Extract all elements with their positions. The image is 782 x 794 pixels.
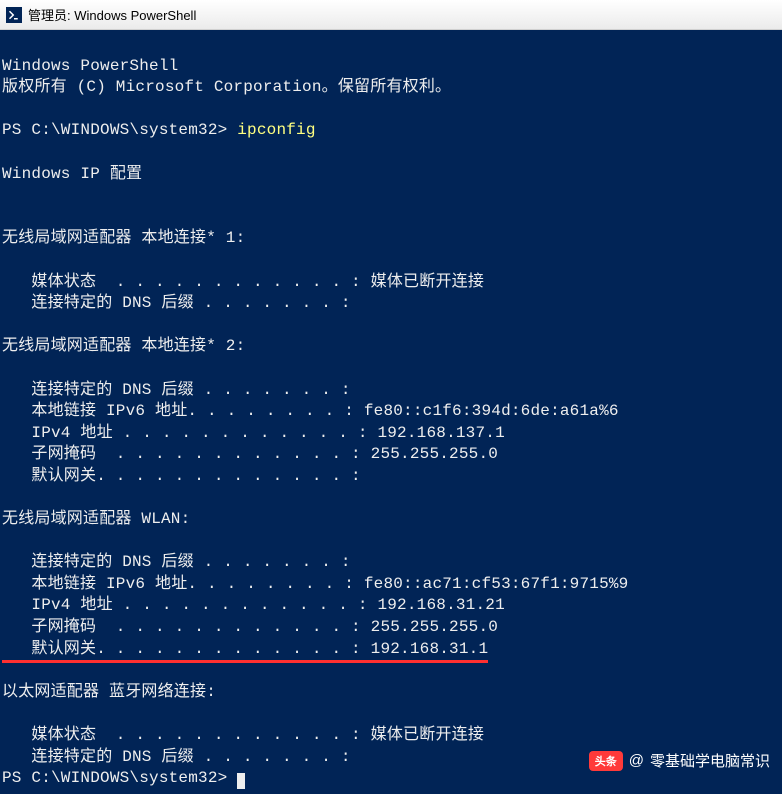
watermark: 头条 @ 零基础学电脑常识 xyxy=(589,750,770,771)
ipconfig-title: Windows IP 配置 xyxy=(2,165,142,183)
adapter3-ipv6: 本地链接 IPv6 地址. . . . . . . . : fe80::ac71… xyxy=(2,575,628,593)
watermark-name: 零基础学电脑常识 xyxy=(650,750,770,771)
adapter2-mask: 子网掩码 . . . . . . . . . . . . : 255.255.2… xyxy=(2,445,498,463)
adapter2-ipv4: IPv4 地址 . . . . . . . . . . . . : 192.16… xyxy=(2,424,505,442)
watermark-badge: 头条 xyxy=(589,751,623,771)
adapter2-ipv6: 本地链接 IPv6 地址. . . . . . . . : fe80::c1f6… xyxy=(2,402,619,420)
terminal-output[interactable]: Windows PowerShell 版权所有 (C) Microsoft Co… xyxy=(0,30,782,794)
prompt-1: PS C:\WINDOWS\system32> xyxy=(2,121,237,139)
adapter1-media: 媒体状态 . . . . . . . . . . . . : 媒体已断开连接 xyxy=(2,273,484,291)
adapter4-dns: 连接特定的 DNS 后缀 . . . . . . . : xyxy=(2,748,351,766)
adapter4-name: 以太网适配器 蓝牙网络连接: xyxy=(2,683,216,701)
adapter2-name: 无线局域网适配器 本地连接* 2: xyxy=(2,337,245,355)
ps-header-copyright: 版权所有 (C) Microsoft Corporation。保留所有权利。 xyxy=(2,78,451,96)
adapter3-name: 无线局域网适配器 WLAN: xyxy=(2,510,190,528)
prompt-2: PS C:\WINDOWS\system32> xyxy=(2,769,237,787)
adapter3-gateway-highlighted: 默认网关. . . . . . . . . . . . . : 192.168.… xyxy=(2,639,488,664)
adapter4-media: 媒体状态 . . . . . . . . . . . . : 媒体已断开连接 xyxy=(2,726,484,744)
adapter2-gw: 默认网关. . . . . . . . . . . . . : xyxy=(2,467,361,485)
command-ipconfig: ipconfig xyxy=(237,121,315,139)
window-title: 管理员: Windows PowerShell xyxy=(28,5,196,24)
adapter1-name: 无线局域网适配器 本地连接* 1: xyxy=(2,229,245,247)
adapter3-dns: 连接特定的 DNS 后缀 . . . . . . . : xyxy=(2,553,351,571)
adapter3-ipv4: IPv4 地址 . . . . . . . . . . . . : 192.16… xyxy=(2,596,505,614)
ps-header-name: Windows PowerShell xyxy=(2,57,178,75)
adapter1-dns: 连接特定的 DNS 后缀 . . . . . . . : xyxy=(2,294,351,312)
adapter2-dns: 连接特定的 DNS 后缀 . . . . . . . : xyxy=(2,381,351,399)
adapter3-mask: 子网掩码 . . . . . . . . . . . . : 255.255.2… xyxy=(2,618,498,636)
powershell-icon xyxy=(6,7,22,23)
watermark-at: @ xyxy=(629,752,644,769)
window-title-bar[interactable]: 管理员: Windows PowerShell xyxy=(0,0,782,30)
cursor xyxy=(237,773,245,789)
